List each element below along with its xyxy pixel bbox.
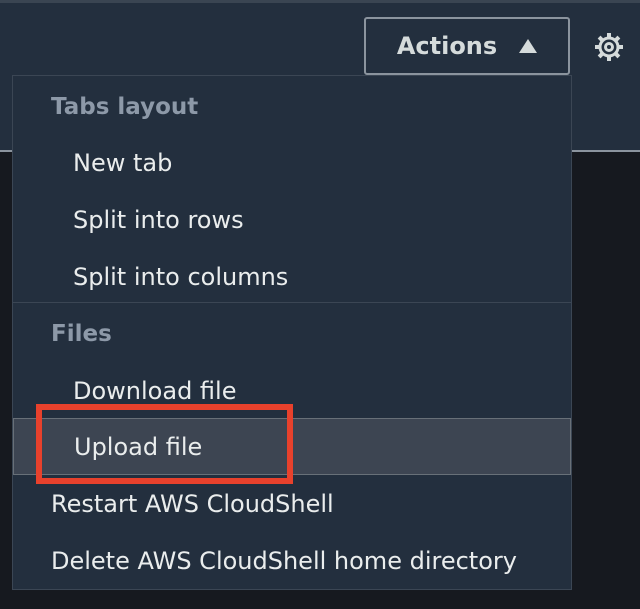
section-header-tabs-layout: Tabs layout — [51, 93, 199, 120]
menu-item-delete-home-directory[interactable]: Delete AWS CloudShell home directory — [13, 532, 571, 589]
gear-icon[interactable] — [592, 30, 626, 64]
actions-button[interactable]: Actions — [364, 17, 570, 75]
top-edge — [0, 0, 640, 3]
menu-item-split-columns[interactable]: Split into columns — [13, 248, 571, 305]
menu-item-new-tab[interactable]: New tab — [13, 134, 571, 191]
menu-divider — [13, 302, 571, 303]
menu-item-split-rows[interactable]: Split into rows — [13, 191, 571, 248]
actions-dropdown-menu: Tabs layout New tab Split into rows Spli… — [12, 75, 572, 590]
section-header-files: Files — [51, 320, 112, 347]
actions-button-label: Actions — [396, 32, 498, 60]
highlight-annotation-box — [36, 404, 293, 484]
caret-up-icon — [519, 39, 538, 53]
